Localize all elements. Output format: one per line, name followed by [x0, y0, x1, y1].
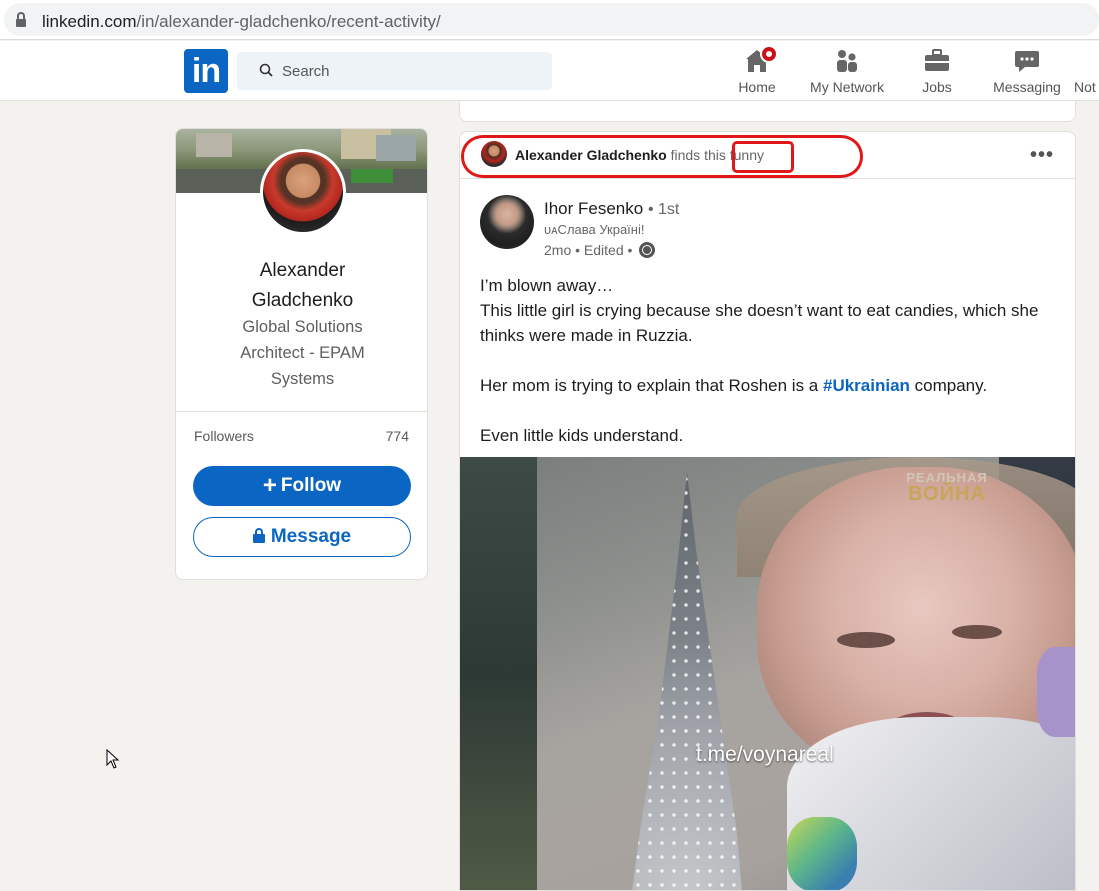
- lock-icon: [252, 528, 265, 543]
- post-text-segment: company.: [909, 376, 988, 395]
- profile-avatar[interactable]: [260, 149, 346, 235]
- search-icon: [259, 63, 273, 77]
- nav-notifications-label: Not: [1074, 79, 1096, 95]
- url-field[interactable]: linkedin.com/in/alexander-gladchenko/rec…: [4, 3, 1099, 36]
- post-meta: 2mo • Edited •: [544, 242, 656, 258]
- url-path: /in/alexander-gladchenko/recent-activity…: [136, 12, 441, 31]
- followers-count: 774: [385, 428, 409, 444]
- video-frame: [537, 457, 1075, 890]
- post-body: I’m blown away… This little girl is cryi…: [480, 273, 1065, 448]
- url-host: linkedin.com: [42, 12, 137, 31]
- video-watermark: РЕАЛЬНАЯ ВОЙНА: [897, 470, 997, 505]
- nav-my-network-label: My Network: [810, 79, 884, 95]
- author-name-line: Ihor Fesenko • 1st: [544, 199, 679, 219]
- nav-notifications[interactable]: Not: [1074, 45, 1099, 99]
- top-nav: in Home My Network Jobs: [0, 41, 1099, 101]
- search-box[interactable]: [237, 52, 552, 90]
- author-headline: ᴜᴀСлава Україні!: [544, 222, 645, 237]
- nav-jobs-label: Jobs: [922, 79, 952, 95]
- post-text-line: This little girl is crying because she d…: [480, 301, 1039, 345]
- briefcase-icon: [925, 49, 949, 71]
- lock-icon[interactable]: [16, 12, 26, 27]
- globe-icon: [639, 242, 656, 258]
- post-meta-text: 2mo • Edited •: [544, 242, 633, 258]
- mouse-cursor-icon: [106, 749, 120, 769]
- profile-headline: Global Solutions Architect - EPAM System…: [240, 318, 365, 388]
- follow-label: Follow: [280, 475, 342, 496]
- author-avatar[interactable]: [480, 195, 534, 249]
- post-text-line: Her mom is trying to explain that Roshen…: [480, 373, 1065, 398]
- profile-name[interactable]: Alexander Gladchenko: [176, 256, 427, 316]
- annotation-box: [732, 141, 794, 173]
- message-button[interactable]: Message: [193, 517, 411, 557]
- post-text-segment: Her mom is trying to explain that Roshen…: [480, 376, 823, 395]
- plus-icon: +: [262, 472, 277, 499]
- watermark-bottom: ВОЙНА: [908, 483, 986, 505]
- activity-header: Alexander Gladchenko finds this funny ••…: [460, 132, 1075, 179]
- annotation-oval: [461, 135, 863, 178]
- nav-home-label: Home: [738, 79, 776, 95]
- messaging-icon: [1015, 51, 1039, 72]
- notification-badge: [760, 45, 778, 63]
- post-video[interactable]: РЕАЛЬНАЯ ВОЙНА t.me/voynareal: [460, 457, 1075, 890]
- post-text-line: I’m blown away…: [480, 276, 614, 295]
- search-input[interactable]: [282, 60, 532, 82]
- url-text[interactable]: linkedin.com/in/alexander-gladchenko/rec…: [42, 12, 441, 32]
- feed-post: Alexander Gladchenko finds this funny ••…: [459, 131, 1076, 891]
- author-degree: • 1st: [647, 201, 680, 218]
- linkedin-logo[interactable]: in: [184, 49, 228, 93]
- network-icon: [837, 50, 857, 72]
- author-name[interactable]: Ihor Fesenko: [544, 199, 643, 218]
- browser-address-bar: linkedin.com/in/alexander-gladchenko/rec…: [0, 0, 1099, 40]
- nav-jobs[interactable]: Jobs: [907, 45, 967, 99]
- profile-card: Alexander Gladchenko Global Solutions Ar…: [175, 128, 428, 580]
- nav-messaging-label: Messaging: [993, 79, 1061, 95]
- follow-button[interactable]: + Follow: [193, 466, 411, 506]
- divider: [176, 411, 427, 412]
- followers-label: Followers: [194, 428, 254, 444]
- nav-home[interactable]: Home: [727, 45, 787, 99]
- message-label: Message: [270, 526, 352, 547]
- hashtag-link[interactable]: #Ukrainian: [823, 376, 910, 395]
- previous-post-card: [459, 101, 1076, 122]
- nav-messaging[interactable]: Messaging: [986, 45, 1068, 99]
- more-options-icon[interactable]: •••: [1027, 145, 1057, 166]
- video-overlay-text: t.me/voynareal: [696, 743, 834, 766]
- profile-name-text: Alexander Gladchenko: [251, 260, 354, 311]
- nav-my-network[interactable]: My Network: [802, 45, 892, 99]
- post-text-line: Even little kids understand.: [480, 426, 684, 445]
